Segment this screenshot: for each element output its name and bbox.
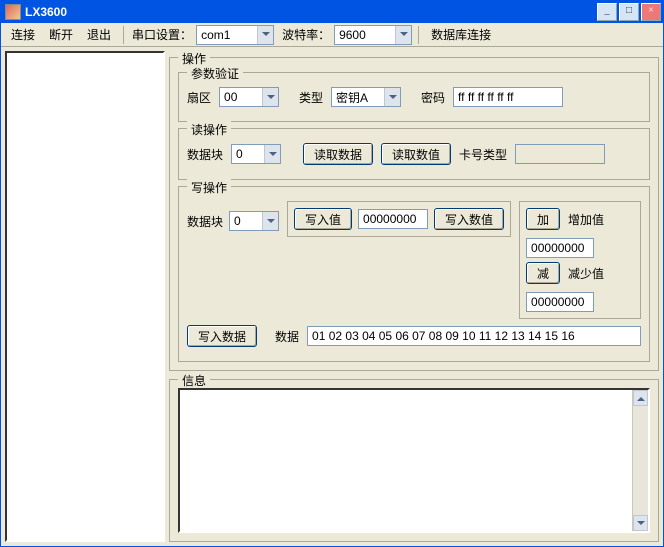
- write-title: 写操作: [187, 179, 231, 196]
- inc-dec-box: 加 增加值 减 减少值: [519, 201, 641, 319]
- type-combo[interactable]: 密钥A: [331, 87, 401, 107]
- app-window: LX3600 _ □ × 连接 断开 退出 串口设置： com1 波特率： 96…: [0, 0, 664, 547]
- window-title: LX3600: [25, 5, 597, 19]
- serial-combo[interactable]: com1: [196, 25, 274, 45]
- write-group: 写操作 数据块 0 写入值 写入数值: [178, 186, 650, 362]
- sub-button[interactable]: 减: [526, 262, 560, 284]
- write-block-label: 数据块: [187, 213, 223, 230]
- content-area: 操作 参数验证 扇区 00 类型 密钥A 密码: [1, 47, 663, 546]
- password-input[interactable]: [453, 87, 563, 107]
- disconnect-menu[interactable]: 断开: [43, 24, 79, 45]
- chevron-down-icon: [262, 88, 278, 106]
- read-block-label: 数据块: [187, 146, 223, 163]
- sector-combo[interactable]: 00: [219, 87, 279, 107]
- maximize-button[interactable]: □: [619, 3, 639, 21]
- type-label: 类型: [299, 89, 323, 106]
- serial-label: 串口设置：: [130, 24, 194, 45]
- write-data-button[interactable]: 写入数据: [187, 325, 257, 347]
- read-block-value: 0: [236, 147, 264, 161]
- sub-input[interactable]: [526, 292, 594, 312]
- separator: [123, 26, 124, 44]
- sub-label: 减少值: [568, 265, 604, 282]
- baud-combo[interactable]: 9600: [334, 25, 412, 45]
- write-block-combo[interactable]: 0: [229, 211, 279, 231]
- operation-group: 操作 参数验证 扇区 00 类型 密钥A 密码: [169, 57, 659, 371]
- close-button[interactable]: ×: [641, 3, 661, 21]
- app-icon: [5, 4, 21, 20]
- exit-menu[interactable]: 退出: [81, 24, 117, 45]
- read-data-button[interactable]: 读取数据: [303, 143, 373, 165]
- add-input[interactable]: [526, 238, 594, 258]
- write-value-input[interactable]: [358, 209, 428, 229]
- param-group: 参数验证 扇区 00 类型 密钥A 密码: [178, 72, 650, 122]
- chevron-down-icon: [384, 88, 400, 106]
- param-title: 参数验证: [187, 65, 243, 82]
- add-label: 增加值: [568, 211, 604, 228]
- chevron-down-icon: [257, 26, 273, 44]
- read-block-combo[interactable]: 0: [231, 144, 281, 164]
- info-group: 信息: [169, 379, 659, 542]
- info-title: 信息: [178, 372, 210, 389]
- info-textarea[interactable]: [178, 388, 650, 533]
- scroll-down-icon[interactable]: [633, 515, 648, 531]
- password-label: 密码: [421, 89, 445, 106]
- add-button[interactable]: 加: [526, 208, 560, 230]
- baud-value: 9600: [339, 28, 395, 42]
- minimize-button[interactable]: _: [597, 3, 617, 21]
- card-type-display: [515, 144, 605, 164]
- type-value: 密钥A: [336, 89, 384, 106]
- separator: [418, 26, 419, 44]
- db-connect-menu[interactable]: 数据库连接: [425, 24, 497, 45]
- write-block-value: 0: [234, 214, 262, 228]
- sector-label: 扇区: [187, 89, 211, 106]
- data-input[interactable]: [307, 326, 641, 346]
- toolbar: 连接 断开 退出 串口设置： com1 波特率： 9600 数据库连接: [1, 23, 663, 47]
- connect-menu[interactable]: 连接: [5, 24, 41, 45]
- baud-label: 波特率：: [280, 24, 332, 45]
- write-value-box: 写入值 写入数值: [287, 201, 511, 237]
- read-title: 读操作: [187, 121, 231, 138]
- write-value-button[interactable]: 写入值: [294, 208, 352, 230]
- data-label: 数据: [275, 328, 299, 345]
- sector-value: 00: [224, 90, 262, 104]
- scrollbar[interactable]: [632, 390, 648, 531]
- right-pane: 操作 参数验证 扇区 00 类型 密钥A 密码: [169, 51, 659, 542]
- titlebar: LX3600 _ □ ×: [1, 1, 663, 23]
- card-type-label: 卡号类型: [459, 146, 507, 163]
- chevron-down-icon: [264, 145, 280, 163]
- chevron-down-icon: [395, 26, 411, 44]
- read-group: 读操作 数据块 0 读取数据 读取数值 卡号类型: [178, 128, 650, 180]
- write-num-button[interactable]: 写入数值: [434, 208, 504, 230]
- scroll-up-icon[interactable]: [633, 390, 648, 406]
- device-list[interactable]: [5, 51, 165, 542]
- serial-value: com1: [201, 28, 257, 42]
- read-value-button[interactable]: 读取数值: [381, 143, 451, 165]
- chevron-down-icon: [262, 212, 278, 230]
